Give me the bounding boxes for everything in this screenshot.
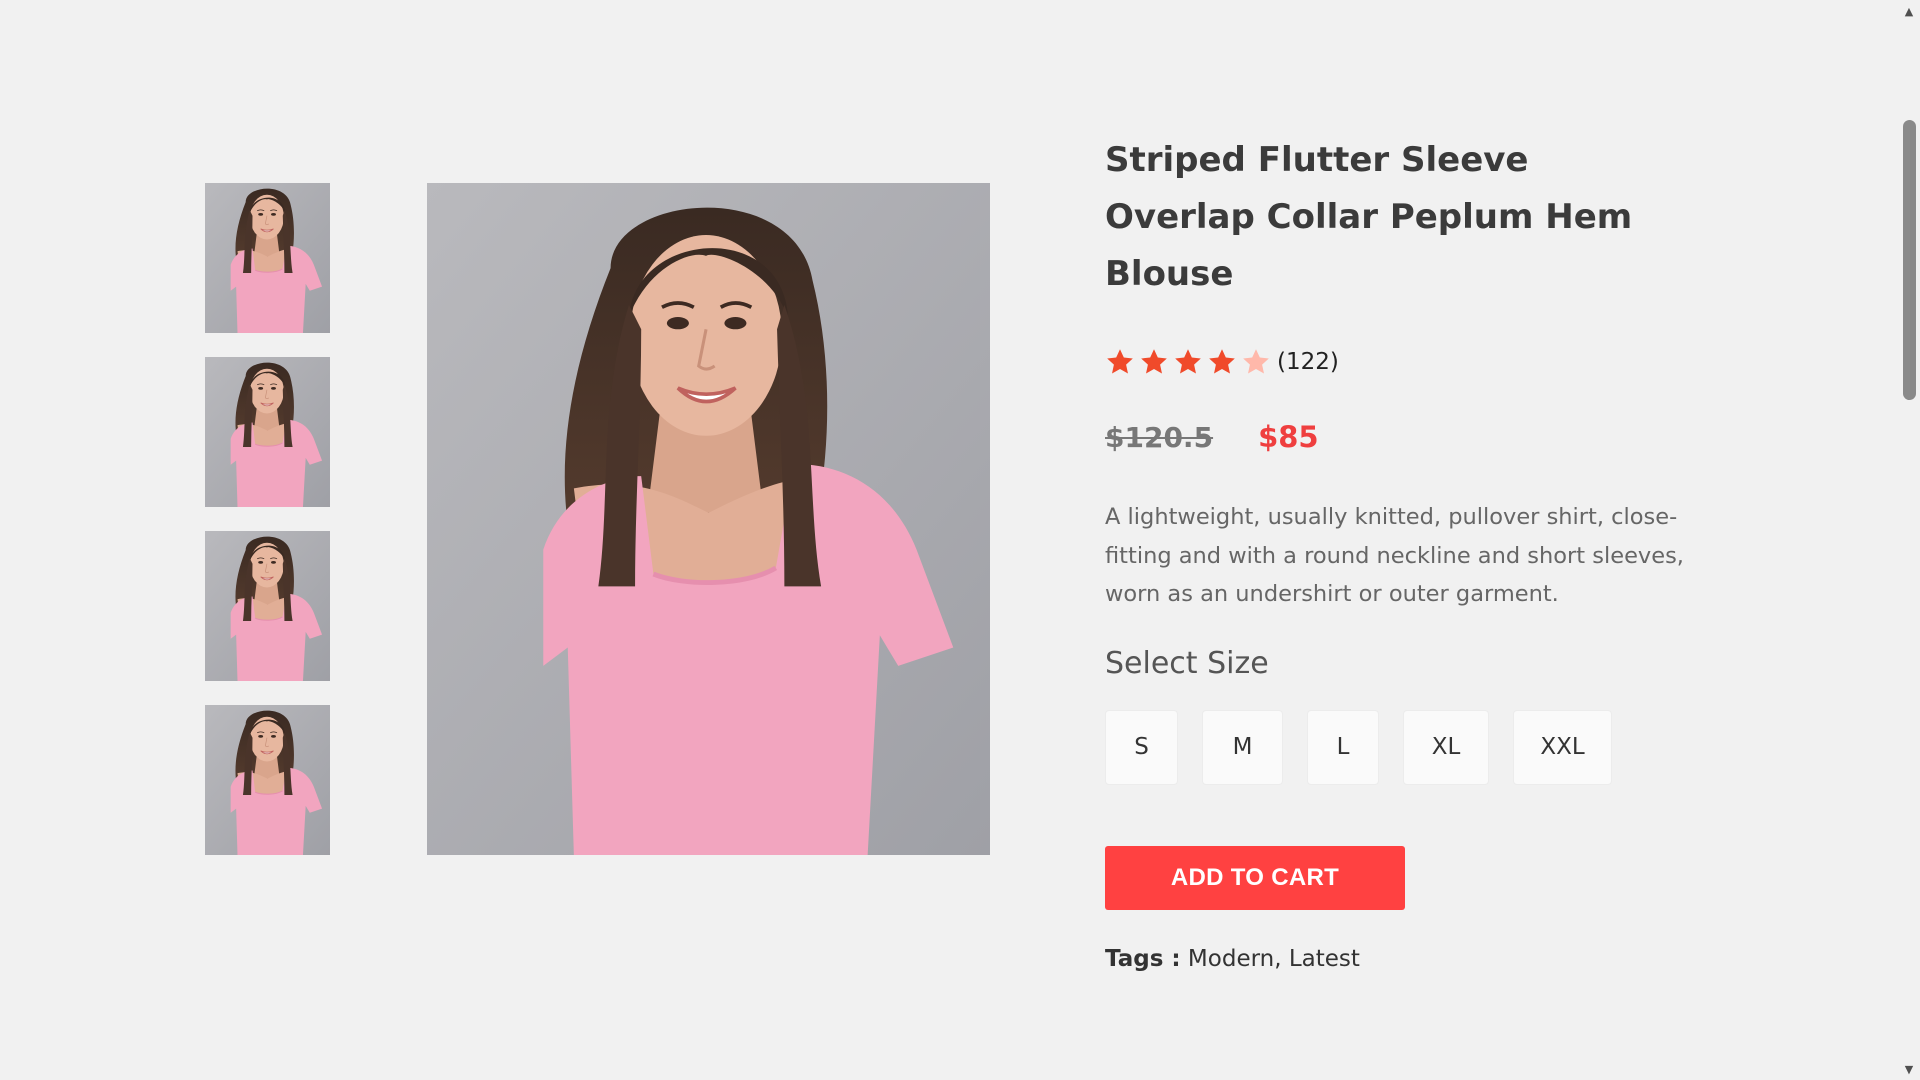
scrollbar-thumb[interactable] <box>1903 120 1916 400</box>
thumbnail-4[interactable] <box>205 705 330 855</box>
thumbnail-2[interactable] <box>205 357 330 507</box>
size-option-m[interactable]: M <box>1202 709 1283 785</box>
star-icon <box>1207 347 1237 377</box>
tags-label: Tags : <box>1105 945 1181 972</box>
old-price: $120.5 <box>1105 420 1214 454</box>
chevron-down-icon[interactable]: ▼ <box>1898 1060 1920 1078</box>
product-description: A lightweight, usually knitted, pullover… <box>1105 504 1684 607</box>
product-tags: Tags : Modern, Latest <box>1105 946 1725 972</box>
star-icon <box>1139 347 1169 377</box>
star-icon <box>1241 347 1271 377</box>
size-selector: S M L XL XXL <box>1105 709 1725 785</box>
star-icon <box>1105 347 1135 377</box>
review-count: (122) <box>1277 349 1339 375</box>
size-option-l[interactable]: L <box>1307 709 1379 785</box>
star-rating <box>1105 347 1275 377</box>
thumbnail-list <box>205 183 330 879</box>
price-block: $120.5 $85 <box>1105 418 1725 456</box>
new-price: $85 <box>1258 420 1319 454</box>
chevron-up-icon[interactable]: ▲ <box>1898 2 1920 20</box>
product-page: Striped Flutter Sleeve Overlap Collar Pe… <box>0 0 1920 1080</box>
size-heading: Select Size <box>1105 645 1269 681</box>
thumbnail-3[interactable] <box>205 531 330 681</box>
size-option-s[interactable]: S <box>1105 709 1178 785</box>
main-product-image <box>427 183 990 855</box>
tags-value[interactable]: Modern, Latest <box>1188 946 1360 972</box>
thumbnail-1[interactable] <box>205 183 330 333</box>
star-icon <box>1173 347 1203 377</box>
size-option-xxl[interactable]: XXL <box>1513 709 1612 785</box>
product-title: Striped Flutter Sleeve Overlap Collar Pe… <box>1105 140 1633 294</box>
size-option-xl[interactable]: XL <box>1403 709 1489 785</box>
add-to-cart-button[interactable]: ADD TO CART <box>1105 845 1405 910</box>
product-rating: (122) <box>1105 347 1725 377</box>
vertical-scrollbar[interactable]: ▲ ▼ <box>1898 0 1920 1080</box>
product-details: Striped Flutter Sleeve Overlap Collar Pe… <box>1105 132 1725 972</box>
